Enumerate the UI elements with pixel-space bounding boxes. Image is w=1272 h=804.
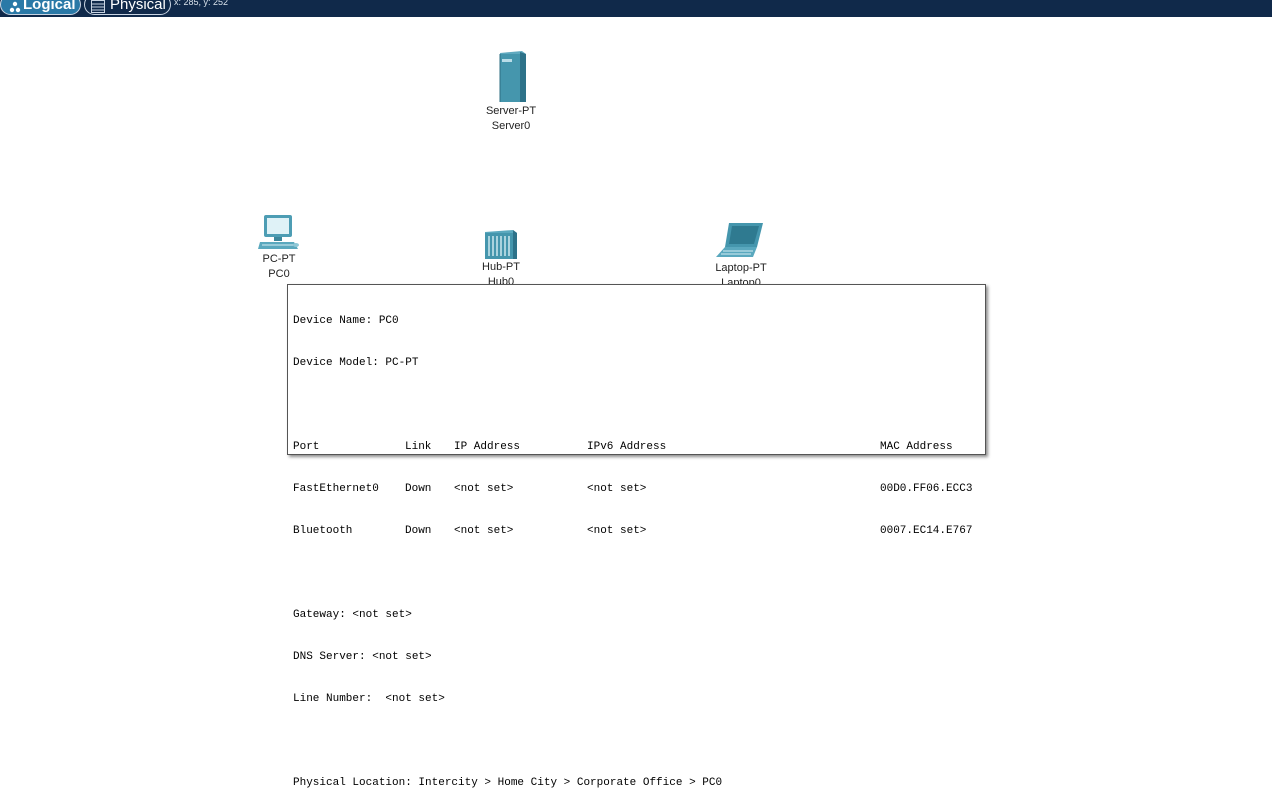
port-mac: 0007.EC14.E767 (880, 525, 973, 537)
device-laptop0[interactable]: Laptop-PT Laptop0 (681, 221, 801, 291)
port-table-header: Port Link IP Address IPv6 Address MAC Ad… (293, 440, 980, 454)
header-port: Port (293, 441, 320, 453)
tooltip-dns-server: DNS Server: <not set> (293, 651, 432, 663)
tooltip-gateway: Gateway: <not set> (293, 609, 412, 621)
logical-mode-label: Logical (23, 0, 76, 13)
port-name: Bluetooth (293, 525, 353, 537)
physical-mode-button[interactable]: Physical (84, 0, 171, 15)
cursor-coordinates: x: 285, y: 252 (174, 0, 229, 7)
port-ip: <not set> (454, 483, 514, 495)
physical-rack-icon (91, 0, 105, 13)
port-ipv6: <not set> (587, 525, 647, 537)
pc-model-label: PC-PT (262, 253, 296, 265)
hub-icon (485, 230, 517, 259)
laptop-icon (716, 223, 763, 257)
server-model-label: Server-PT (485, 105, 537, 117)
port-ip: <not set> (454, 525, 514, 537)
port-row: FastEthernet0 Down <not set> <not set> 0… (293, 482, 980, 496)
header-ipv6: IPv6 Address (587, 441, 667, 453)
header-link: Link (405, 441, 432, 453)
server-name-label: Server0 (491, 120, 531, 132)
device-hub0[interactable]: Hub-PT Hub0 (441, 228, 561, 290)
tooltip-physical-location: Physical Location: Intercity > Home City… (293, 777, 723, 789)
device-pc0[interactable]: PC-PT PC0 (219, 214, 339, 282)
port-row: Bluetooth Down <not set> <not set> 0007.… (293, 524, 980, 538)
device-info-tooltip: Device Name: PC0 Device Model: PC-PT Por… (287, 284, 986, 789)
tooltip-device-name: Device Name: PC0 (293, 315, 399, 327)
hub-model-label: Hub-PT (482, 261, 520, 273)
workspace-mode-bar: Logical Physical x: 285, y: 252 (0, 0, 1272, 17)
header-ip: IP Address (454, 441, 521, 453)
logical-topology-icon (9, 1, 21, 13)
header-mac: MAC Address (880, 441, 953, 453)
tooltip-line-number: Line Number: <not set> (293, 693, 445, 705)
server-icon (499, 51, 526, 102)
pc-name-label: PC0 (268, 268, 290, 280)
port-name: FastEthernet0 (293, 483, 379, 495)
logical-mode-button[interactable]: Logical (0, 0, 81, 15)
port-link: Down (405, 525, 432, 537)
laptop-model-label: Laptop-PT (715, 262, 767, 274)
tooltip-device-model: Device Model: PC-PT (293, 357, 419, 369)
port-mac: 00D0.FF06.ECC3 (880, 483, 973, 495)
port-link: Down (405, 483, 432, 495)
port-ipv6: <not set> (587, 483, 647, 495)
pc-icon (258, 215, 299, 249)
device-server0[interactable]: Server-PT Server0 (451, 50, 571, 134)
physical-mode-label: Physical (110, 0, 166, 13)
